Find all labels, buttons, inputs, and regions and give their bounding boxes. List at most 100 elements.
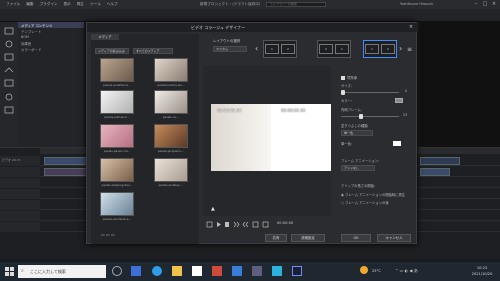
minimize-icon[interactable]: – — [472, 1, 480, 7]
taskbar-app-icon[interactable] — [252, 266, 262, 276]
weather-icon — [360, 266, 368, 274]
inner-frame-slider[interactable] — [341, 114, 399, 119]
store-icon[interactable] — [192, 266, 202, 276]
media-thumbnail[interactable]: pexels-pixabay-... — [153, 158, 189, 187]
media-thumbnail[interactable]: pexels-jeremy-wo... — [153, 58, 189, 87]
advanced-settings-button[interactable]: 詳細設定 — [291, 234, 325, 242]
menu-plugins[interactable]: プラグイン — [40, 2, 58, 7]
border-title: 境界線 — [347, 76, 357, 80]
windows-start-icon[interactable] — [5, 267, 14, 276]
tray-icons[interactable]: ⌃ ▭ ◐ ◀ あ — [395, 268, 418, 274]
taskbar-app-icon[interactable] — [212, 266, 222, 276]
menu-file[interactable]: ファイル — [6, 2, 20, 7]
menu-edit[interactable]: 編集 — [26, 2, 33, 7]
media-thumbnail[interactable]: pexels-vanderlei-s... — [99, 192, 135, 221]
media-thumbnail[interactable]: pexels-jonathan-b... — [99, 58, 135, 87]
cancel-button[interactable]: キャンセル — [377, 234, 411, 242]
size-label: サイズ: — [341, 84, 352, 88]
dialog-titlebar: ビデオ コラージュ デザイナー × — [87, 23, 418, 32]
close-icon[interactable]: × — [407, 24, 415, 31]
tab-media[interactable]: メディア — [91, 34, 119, 40]
layout-next-icon[interactable]: › — [399, 44, 402, 53]
media-view-icons[interactable]: ▭ ▭ ▭ — [101, 232, 115, 237]
color-swatch[interactable] — [395, 98, 403, 103]
border-checkbox[interactable] — [341, 76, 345, 80]
layout-option[interactable]: 1 2 — [263, 40, 297, 58]
collage-preview: 00:00:00.00 00:00:00.00 ▲ — [203, 66, 331, 216]
menu-icon[interactable]: ≡ — [407, 46, 412, 53]
weather-temperature[interactable]: 25°C — [372, 269, 381, 273]
powerdirector-icon[interactable] — [292, 266, 302, 276]
import-media-dropdown[interactable]: メディアの読み込み — [95, 48, 129, 54]
playback-time: 00:00:00 — [277, 221, 294, 225]
library-item-colorboard[interactable]: カラーボード — [18, 46, 84, 52]
scrub-marker-icon[interactable]: ▲ — [211, 206, 215, 212]
single-color-label: 単一色: — [341, 142, 353, 146]
collage-designer-dialog: ビデオ コラージュ デザイナー × メディア メディアの読み込み すべてのメディ… — [86, 22, 418, 244]
track-header[interactable] — [0, 178, 40, 188]
ok-button[interactable]: OK — [341, 234, 371, 242]
tool-icons[interactable] — [0, 22, 18, 147]
taskbar: ここに入力して検索 ⌕ 25°C ⌃ ▭ ◐ ◀ あ 10:23 2021/10… — [0, 262, 500, 281]
timeline-clip[interactable] — [420, 168, 450, 176]
collage-cell-2[interactable] — [271, 104, 331, 171]
track-header[interactable] — [0, 167, 40, 177]
collage-cell-1[interactable] — [211, 104, 271, 171]
app-title: 新規プロジェクト・(ドラフト保存中) — [200, 2, 261, 6]
layout-dropdown[interactable]: カスタム — [213, 46, 247, 52]
border-settings-panel: 境界線 サイズ: 0 カラー: 内側フレーム: 23 塗りつぶしの種類: 単一色… — [337, 66, 415, 216]
library-search-input[interactable]: ライブラリーの検索 — [266, 2, 326, 7]
playback-buttons[interactable] — [203, 220, 331, 230]
inner-frame-label: 内側フレーム: — [341, 108, 362, 112]
frame-animation-dropdown[interactable]: アニメなし — [341, 165, 375, 171]
layout-prev-icon[interactable]: ‹ — [255, 44, 258, 53]
timeline-clip[interactable] — [420, 157, 460, 165]
task-view-icon[interactable] — [112, 266, 122, 276]
app-titlebar: ファイル 編集 プラグイン 表示 再生 ツール ヘルプ 新規プロジェクト・(ドラ… — [0, 0, 500, 9]
fill-type-dropdown[interactable]: 単一色 — [341, 130, 373, 136]
layout-option-selected[interactable]: 1 2 — [363, 40, 397, 58]
media-filter-dropdown[interactable]: すべてのメディア — [133, 48, 173, 54]
menu-view[interactable]: 表示 — [64, 2, 71, 7]
user-name[interactable]: Yoshitsune Hirauchi — [400, 2, 433, 6]
track-header[interactable] — [0, 189, 40, 199]
taskbar-app-icon[interactable] — [272, 266, 282, 276]
size-value: 0 — [405, 89, 408, 93]
taskbar-app-icon[interactable] — [232, 266, 242, 276]
library-panel: メディア コンテンツ テンプレート BGM 効果音 カラーボード — [18, 22, 84, 147]
taskbar-app-icon[interactable] — [131, 266, 141, 276]
clock[interactable]: 10:23 2021/10/20 — [468, 265, 496, 277]
single-color-swatch[interactable] — [393, 141, 401, 146]
media-thumbnail[interactable]: pexels-jacquelin-... — [153, 124, 189, 153]
preview-frame[interactable] — [211, 104, 331, 171]
main-preview — [420, 22, 500, 147]
layout-label: レイアウトの選択 — [213, 39, 241, 43]
radio-after-animation[interactable]: ○ フレーム アニメーションの後 — [341, 200, 389, 205]
explorer-icon[interactable] — [172, 266, 182, 276]
layout-selector: レイアウトの選択 カスタム ‹ 1 2 2 1 1 2 › ≡ — [203, 34, 415, 64]
edge-icon[interactable] — [152, 266, 162, 276]
media-thumbnail[interactable]: pexels-sleeping-dan... — [99, 158, 135, 187]
track-header[interactable] — [0, 211, 40, 221]
menu-tools[interactable]: ツール — [90, 2, 101, 7]
close-app-icon[interactable]: × — [490, 1, 498, 7]
media-thumbnail[interactable]: pexels-ra-... — [153, 90, 189, 119]
inner-frame-value: 23 — [403, 113, 408, 117]
search-icon: ⌕ — [21, 268, 24, 274]
track-header[interactable] — [0, 222, 40, 232]
maximize-icon[interactable]: □ — [481, 1, 489, 7]
menu-playback[interactable]: 再生 — [77, 2, 84, 7]
taskbar-search-input[interactable]: ここに入力して検索 — [18, 265, 106, 278]
share-button[interactable]: 共有 — [265, 234, 287, 242]
track-header[interactable] — [0, 200, 40, 210]
menu-help[interactable]: ヘルプ — [107, 2, 118, 7]
layout-option[interactable]: 2 1 — [317, 40, 351, 58]
app-toolbar — [0, 9, 500, 22]
radio-play-at-start[interactable]: ◉ フレーム アニメーションの開始時に再生 — [341, 192, 405, 197]
media-thumbnail[interactable]: pexels-joshua-m... — [99, 90, 135, 119]
media-thumbnail[interactable]: pexels-pavel-cnh... — [99, 124, 135, 153]
media-panel: メディア メディアの読み込み すべてのメディア pexels-jonathan-… — [91, 34, 199, 244]
size-slider[interactable] — [341, 90, 399, 95]
track-header[interactable]: ビデオ 20-YC — [0, 156, 40, 166]
frame-animation-label: フレーム アニメーション: — [341, 159, 380, 163]
